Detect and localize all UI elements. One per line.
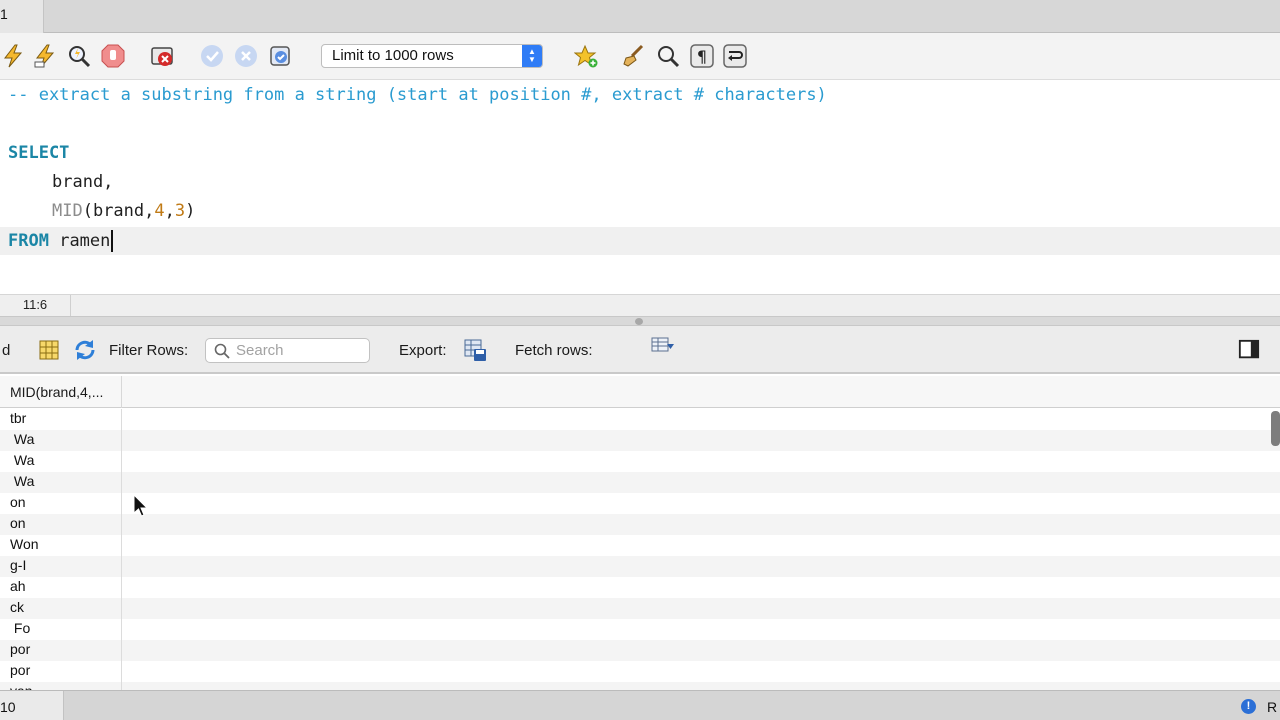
- cursor-position: 11:6: [0, 295, 71, 317]
- column-header[interactable]: MID(brand,4,...: [0, 376, 122, 408]
- sql-mid-comma: ,: [164, 201, 175, 221]
- editor-line-select: SELECT: [8, 139, 69, 167]
- table-row[interactable]: ah: [0, 577, 1280, 598]
- grid-scrollbar[interactable]: [1271, 411, 1280, 446]
- sql-keyword-select: SELECT: [8, 143, 70, 163]
- query-tab-strip: 1: [0, 0, 1280, 33]
- table-row[interactable]: Wa: [0, 472, 1280, 493]
- query-tab-label: 1: [0, 6, 8, 22]
- table-row[interactable]: on: [0, 514, 1280, 535]
- sql-mid-close: ): [185, 201, 196, 221]
- table-cell[interactable]: por: [0, 661, 122, 682]
- table-row[interactable]: on: [0, 493, 1280, 514]
- status-right-text: R: [1267, 699, 1278, 715]
- toggle-side-panel-icon[interactable]: [1238, 339, 1262, 363]
- query-tab[interactable]: 1: [0, 0, 44, 33]
- table-row[interactable]: ck: [0, 598, 1280, 619]
- sql-mid-open: (brand,: [82, 201, 155, 221]
- table-row[interactable]: por: [0, 661, 1280, 682]
- result-grid-body[interactable]: tbr Wa Wa Wa on on Won g-I ah ck Fo por …: [0, 409, 1280, 690]
- status-left-text: 10: [0, 691, 64, 720]
- bottom-status-bar: 10 ! R: [0, 690, 1280, 720]
- splitter-grip-icon[interactable]: [635, 318, 643, 325]
- find-icon[interactable]: [655, 43, 681, 69]
- sql-table-name: ramen: [59, 231, 111, 251]
- fetch-rows-label: Fetch rows:: [515, 342, 593, 359]
- select-stepper-icon: ▲ ▼: [522, 45, 542, 67]
- search-icon: [214, 343, 230, 359]
- table-cell[interactable]: yan: [0, 682, 122, 690]
- beautify-icon[interactable]: [621, 43, 647, 69]
- table-row[interactable]: Fo: [0, 619, 1280, 640]
- text-caret: [111, 230, 114, 252]
- grid-view-icon[interactable]: [37, 338, 61, 362]
- result-grid-label: d: [2, 342, 11, 359]
- refresh-icon[interactable]: [73, 338, 97, 362]
- rollback-icon[interactable]: [233, 43, 259, 69]
- stop-on-error-icon[interactable]: [149, 43, 175, 69]
- table-row[interactable]: yan: [0, 682, 1280, 690]
- sql-editor[interactable]: -- extract a substring from a string (st…: [0, 81, 1280, 294]
- table-cell[interactable]: Fo: [0, 619, 122, 640]
- fetch-rows-icon[interactable]: [651, 336, 675, 360]
- table-cell[interactable]: por: [0, 640, 122, 661]
- explain-icon[interactable]: [66, 43, 92, 69]
- table-cell[interactable]: g-I: [0, 556, 122, 577]
- table-cell[interactable]: on: [0, 514, 122, 535]
- table-row[interactable]: Won: [0, 535, 1280, 556]
- result-grid-header: MID(brand,4,...: [0, 376, 1280, 408]
- table-row[interactable]: tbr: [0, 409, 1280, 430]
- sql-keyword-from: FROM: [8, 231, 49, 251]
- editor-line-brand: brand,: [52, 168, 113, 196]
- table-cell[interactable]: ah: [0, 577, 122, 598]
- editor-status-bar: 11:6: [0, 294, 1280, 317]
- sql-comment: -- extract a substring from a string (st…: [8, 85, 827, 105]
- result-grid-toolbar: d Filter Rows: Export: Fetch rows:: [0, 326, 1280, 374]
- info-icon[interactable]: !: [1241, 699, 1256, 714]
- table-row[interactable]: Wa: [0, 451, 1280, 472]
- invisibles-icon[interactable]: ¶: [689, 43, 715, 69]
- export-icon[interactable]: [463, 338, 487, 362]
- svg-text:¶: ¶: [697, 47, 707, 66]
- mouse-pointer-icon: [133, 494, 149, 517]
- wrap-icon[interactable]: [722, 43, 748, 69]
- limit-rows-select[interactable]: Limit to 1000 rows ▲ ▼: [321, 44, 543, 68]
- table-cell[interactable]: on: [0, 493, 122, 514]
- table-row[interactable]: g-I: [0, 556, 1280, 577]
- export-label: Export:: [399, 342, 447, 359]
- table-row[interactable]: por: [0, 640, 1280, 661]
- sql-editor-toolbar: Limit to 1000 rows ▲ ▼ ¶: [0, 33, 1280, 80]
- autocommit-icon[interactable]: [267, 43, 293, 69]
- commit-icon[interactable]: [199, 43, 225, 69]
- table-cell[interactable]: tbr: [0, 409, 122, 430]
- add-snippet-icon[interactable]: [573, 43, 599, 69]
- filter-rows-label: Filter Rows:: [109, 342, 189, 359]
- editor-line-from: FROM ramen: [0, 227, 1280, 255]
- pane-splitter[interactable]: [0, 316, 1280, 326]
- sql-column-brand: brand,: [52, 172, 114, 192]
- table-row[interactable]: Wa: [0, 430, 1280, 451]
- table-cell[interactable]: Wa: [0, 430, 122, 451]
- search-input[interactable]: [236, 341, 364, 360]
- editor-line-mid: MID(brand,4,3): [52, 197, 195, 225]
- table-cell[interactable]: Won: [0, 535, 122, 556]
- execute-icon[interactable]: [0, 43, 26, 69]
- sql-workbench-window: 1 Limit to 1000 rows ▲ ▼ ¶ -- extract a …: [0, 0, 1280, 720]
- stop-icon[interactable]: [100, 43, 126, 69]
- sql-mid-arg2: 3: [174, 201, 186, 221]
- limit-rows-value: Limit to 1000 rows: [332, 47, 454, 64]
- sql-mid-arg1: 4: [154, 201, 165, 221]
- execute-current-icon[interactable]: [32, 43, 58, 69]
- sql-function-mid: MID: [52, 201, 83, 221]
- table-cell[interactable]: Wa: [0, 472, 122, 493]
- table-cell[interactable]: Wa: [0, 451, 122, 472]
- table-cell[interactable]: ck: [0, 598, 122, 619]
- filter-search-box[interactable]: [205, 338, 370, 363]
- editor-line-comment: -- extract a substring from a string (st…: [8, 81, 827, 109]
